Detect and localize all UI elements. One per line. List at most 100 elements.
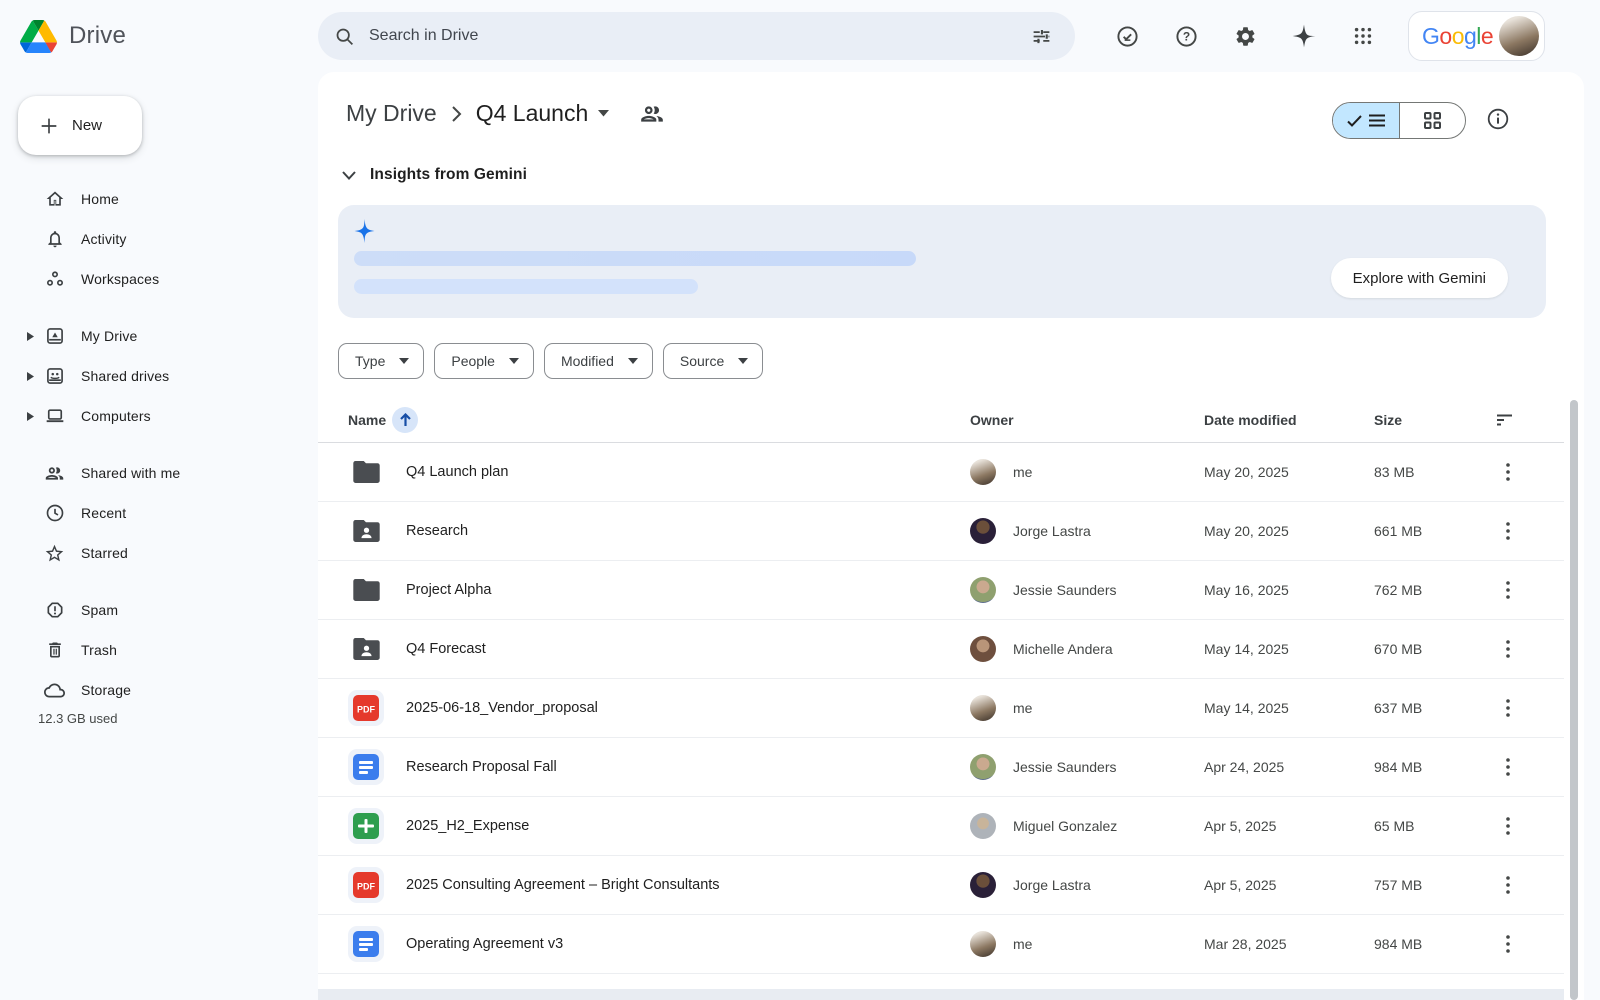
owner-avatar	[970, 872, 996, 898]
date-modified: May 20, 2025	[1204, 464, 1374, 480]
sidebar-item-recent[interactable]: Recent	[0, 493, 318, 533]
help-icon[interactable]: ?	[1164, 14, 1208, 58]
insights-toggle[interactable]: Insights from Gemini	[342, 166, 527, 184]
main-content: My Drive Q4 Launch Insights from Gemini …	[318, 72, 1584, 1000]
date-modified: May 20, 2025	[1204, 523, 1374, 539]
owner-name: Miguel Gonzalez	[1013, 818, 1117, 834]
sidebar-item-my-drive[interactable]: My Drive	[0, 316, 318, 356]
filter-source[interactable]: Source	[663, 343, 763, 379]
expand-arrow-icon[interactable]	[27, 412, 34, 421]
file-row[interactable]: Q4 Launch plan me May 20, 2025 83 MB	[318, 443, 1564, 502]
sidebar-item-home[interactable]: Home	[0, 179, 318, 219]
my-drive-icon	[45, 326, 65, 346]
file-row[interactable]: Q4 Forecast Michelle Andera May 14, 2025…	[318, 620, 1564, 679]
google-wordmark: Google	[1422, 23, 1493, 50]
google-docs-icon	[353, 754, 379, 780]
file-size: 757 MB	[1374, 877, 1494, 893]
sidebar-item-computers[interactable]: Computers	[0, 396, 318, 436]
sidebar-item-activity[interactable]: Activity	[0, 219, 318, 259]
row-menu-button[interactable]	[1494, 930, 1522, 958]
row-menu-button[interactable]	[1494, 753, 1522, 781]
sidebar-item-workspaces[interactable]: Workspaces	[0, 259, 318, 299]
details-info-icon[interactable]	[1486, 107, 1510, 131]
owner-avatar	[970, 813, 996, 839]
expand-arrow-icon[interactable]	[27, 332, 34, 341]
breadcrumb-my-drive[interactable]: My Drive	[338, 96, 445, 131]
new-button[interactable]: New	[18, 96, 142, 155]
folder-shared-members-icon[interactable]	[639, 101, 665, 127]
column-settings-icon[interactable]	[1494, 414, 1564, 427]
sidebar-item-label: Shared drives	[81, 368, 169, 384]
sidebar-item-label: Starred	[81, 545, 128, 561]
file-row[interactable]: PDF 2025-06-18_Vendor_proposal me May 14…	[318, 679, 1564, 738]
file-row[interactable]: Project Alpha Jessie Saunders May 16, 20…	[318, 561, 1564, 620]
insights-label: Insights from Gemini	[370, 166, 527, 184]
row-menu-button[interactable]	[1494, 871, 1522, 899]
search-input[interactable]	[369, 27, 1023, 45]
column-header-name[interactable]: Name	[348, 407, 970, 433]
file-name: 2025_H2_Expense	[406, 818, 529, 834]
file-name: Operating Agreement v3	[406, 936, 563, 952]
row-menu-button[interactable]	[1494, 635, 1522, 663]
sidebar-item-label: Workspaces	[81, 271, 159, 287]
starred-icon	[44, 543, 65, 564]
sidebar-item-shared-drives[interactable]: Shared drives	[0, 356, 318, 396]
owner-avatar	[970, 518, 996, 544]
filter-people[interactable]: People	[434, 343, 534, 379]
google-account-button[interactable]: Google	[1408, 11, 1545, 61]
explore-with-gemini-button[interactable]: Explore with Gemini	[1331, 258, 1508, 298]
search-options-icon[interactable]	[1023, 18, 1059, 54]
svg-text:?: ?	[1182, 29, 1189, 43]
row-menu-button[interactable]	[1494, 576, 1522, 604]
breadcrumb-current-folder[interactable]: Q4 Launch	[468, 96, 618, 131]
topbar-actions: ?	[1105, 14, 1385, 58]
apps-grid-icon[interactable]	[1341, 14, 1385, 58]
sidebar-item-trash[interactable]: Trash	[0, 630, 318, 670]
filter-type[interactable]: Type	[338, 343, 424, 379]
row-menu-button[interactable]	[1494, 517, 1522, 545]
row-menu-button[interactable]	[1494, 812, 1522, 840]
loading-skeleton-bar	[354, 279, 698, 294]
file-row[interactable]: Operating Agreement v3 me Mar 28, 2025 9…	[318, 915, 1564, 974]
file-row[interactable]: Research Jorge Lastra May 20, 2025 661 M…	[318, 502, 1564, 561]
date-modified: Apr 5, 2025	[1204, 877, 1374, 893]
file-name: 2025 Consulting Agreement – Bright Consu…	[406, 877, 720, 893]
sidebar-item-starred[interactable]: Starred	[0, 533, 318, 573]
owner-name: Michelle Andera	[1013, 641, 1113, 657]
offline-ready-icon[interactable]	[1105, 14, 1149, 58]
view-toggle	[1332, 102, 1466, 139]
file-size: 984 MB	[1374, 936, 1494, 952]
file-size: 984 MB	[1374, 759, 1494, 775]
filter-modified[interactable]: Modified	[544, 343, 653, 379]
vertical-scrollbar[interactable]	[1570, 400, 1578, 1000]
gemini-spark-icon[interactable]	[1282, 14, 1326, 58]
drive-logo-home[interactable]: Drive	[20, 0, 126, 72]
sidebar-item-shared-with-me[interactable]: Shared with me	[0, 453, 318, 493]
search-bar[interactable]	[318, 12, 1075, 60]
svg-text:PDF: PDF	[357, 705, 376, 715]
column-header-modified[interactable]: Date modified	[1204, 412, 1374, 428]
column-header-size[interactable]: Size	[1374, 412, 1494, 428]
row-menu-button[interactable]	[1494, 458, 1522, 486]
file-row[interactable]: Research Proposal Fall Jessie Saunders A…	[318, 738, 1564, 797]
list-view-button[interactable]	[1333, 103, 1399, 138]
sidebar-item-label: Trash	[81, 642, 117, 658]
column-header-owner[interactable]: Owner	[970, 412, 1204, 428]
file-row[interactable]: PDF 2025 Consulting Agreement – Bright C…	[318, 856, 1564, 915]
file-size: 65 MB	[1374, 818, 1494, 834]
sort-ascending-icon[interactable]	[392, 407, 418, 433]
plus-icon	[38, 115, 60, 137]
app-title: Drive	[69, 22, 126, 50]
caret-down-icon	[399, 358, 409, 364]
expand-arrow-icon[interactable]	[27, 372, 34, 381]
grid-view-button[interactable]	[1399, 103, 1466, 138]
row-menu-button[interactable]	[1494, 694, 1522, 722]
horizontal-scrollbar[interactable]	[318, 989, 1564, 1000]
sidebar-item-spam[interactable]: Spam	[0, 590, 318, 630]
sidebar-item-storage[interactable]: Storage	[0, 670, 318, 710]
settings-icon[interactable]	[1223, 14, 1267, 58]
file-row[interactable]: 2025_H2_Expense Miguel Gonzalez Apr 5, 2…	[318, 797, 1564, 856]
caret-down-icon	[628, 358, 638, 364]
chevron-down-icon	[342, 171, 356, 180]
profile-avatar[interactable]	[1499, 16, 1539, 56]
